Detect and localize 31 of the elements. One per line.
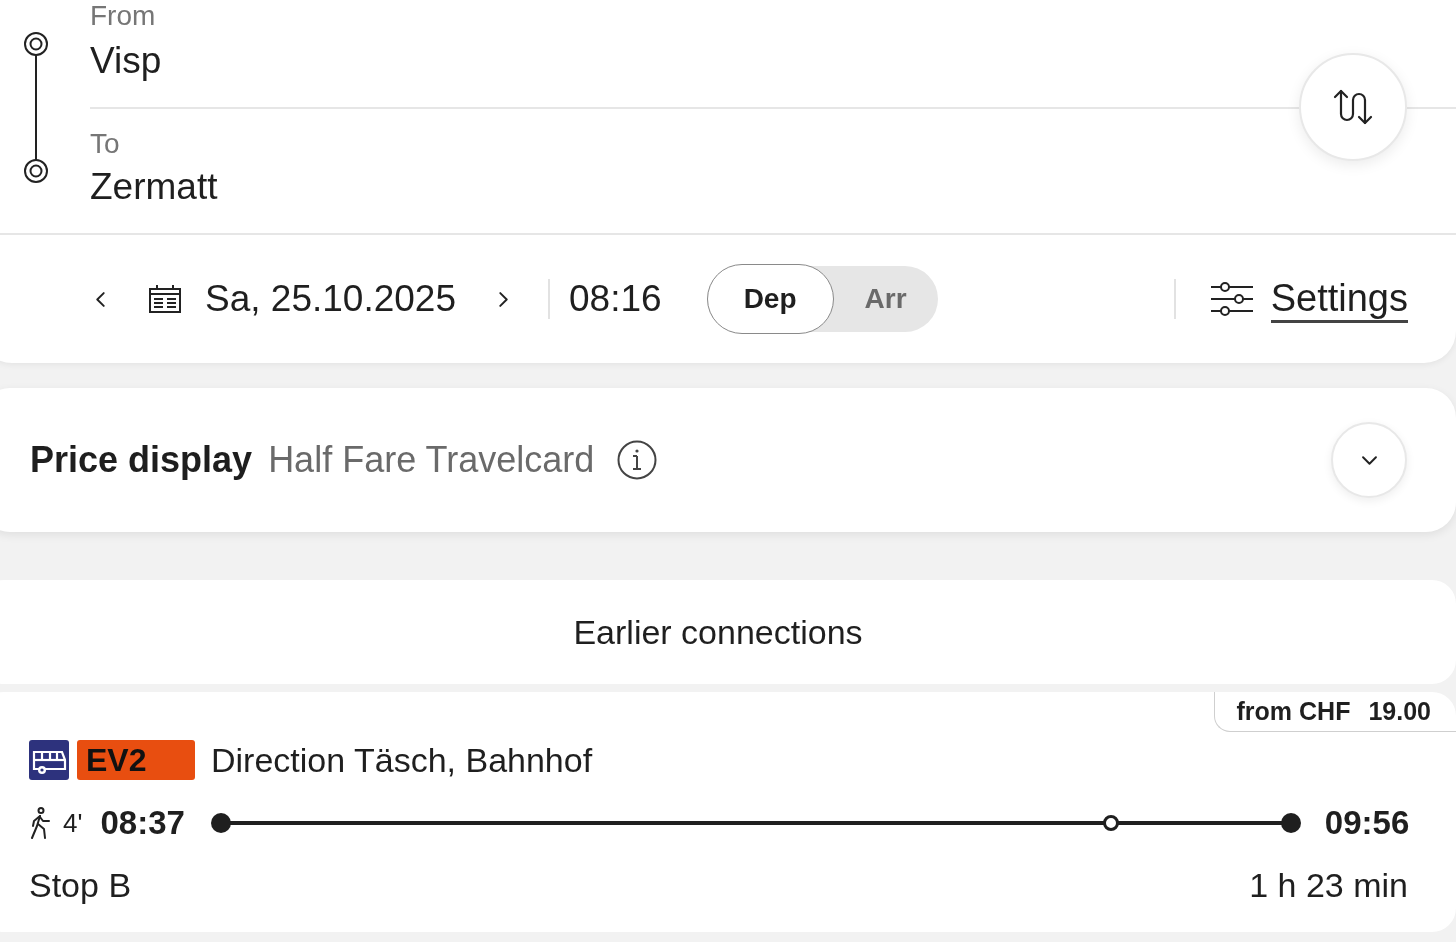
fare-type-text: Half Fare Travelcard xyxy=(268,439,595,481)
arrival-time: 09:56 xyxy=(1324,804,1410,842)
walking-person-icon xyxy=(29,807,51,839)
info-icon[interactable] xyxy=(617,440,658,480)
price-label: from CHF xyxy=(1236,697,1351,726)
field-label: To xyxy=(90,128,120,160)
departure-time: 08:37 xyxy=(100,804,185,842)
chevron-left-icon xyxy=(95,291,105,307)
bus-icon xyxy=(29,740,69,780)
date-text[interactable]: Sa, 25.10.2025 xyxy=(205,278,456,320)
duration-text: 1 h 23 min xyxy=(1249,865,1408,905)
connection-card[interactable]: from CHF 19.00 EV2 Direction Täsch, Bahnhof 4' 08:37 09:56 Stop B 1 h 23 min xyxy=(0,692,1456,932)
time-text[interactable]: 08:16 xyxy=(569,278,662,320)
sliders-icon xyxy=(1210,282,1253,316)
mode-tab[interactable]: Arr xyxy=(833,264,938,334)
line-badge: EV2 xyxy=(77,740,195,780)
stop-text: Stop B xyxy=(29,865,132,905)
price-display-label: Price display xyxy=(30,439,253,481)
calendar-icon xyxy=(149,285,181,313)
chevron-right-icon xyxy=(498,291,508,307)
direction-text: Direction Täsch, Bahnhof xyxy=(211,740,593,780)
route-icon xyxy=(22,30,50,186)
price-text: 19.00 xyxy=(1368,697,1431,726)
walk-time: 4' xyxy=(63,807,83,839)
earlier-connections-button[interactable]: Earlier connections xyxy=(0,580,1456,684)
mode-tab[interactable]: Dep xyxy=(706,264,834,334)
field-label: From xyxy=(90,0,156,32)
swap-arrows-icon xyxy=(1333,89,1373,125)
station-input[interactable]: Zermatt xyxy=(90,166,218,208)
settings-link[interactable]: Settings xyxy=(1210,275,1408,323)
station-input[interactable]: Visp xyxy=(90,40,162,82)
